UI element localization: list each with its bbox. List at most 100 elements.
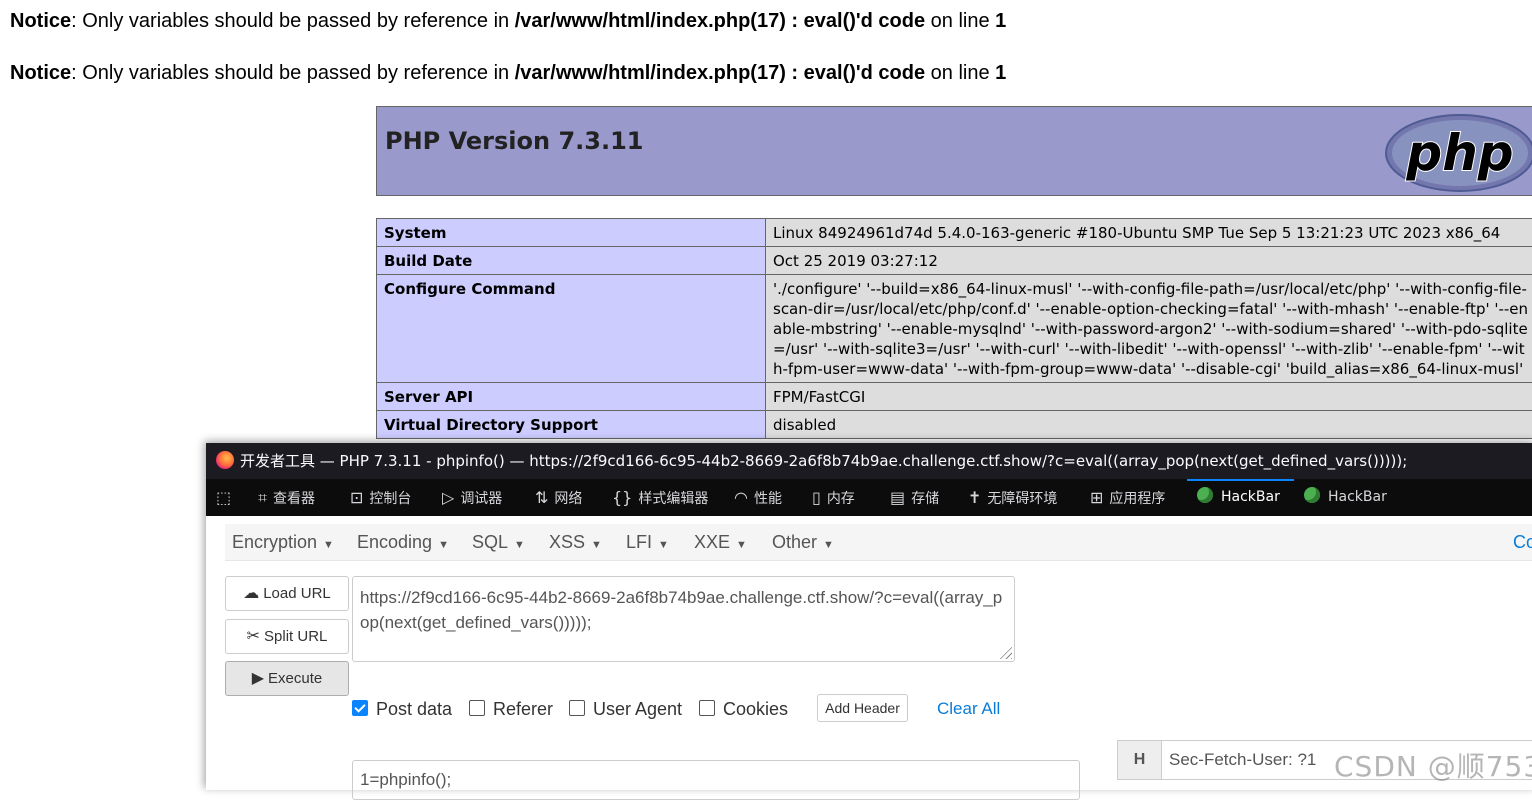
tab-style-editor[interactable]: {} 样式编辑器 bbox=[612, 479, 708, 516]
notice-message: : Only variables should be passed by ref… bbox=[71, 62, 515, 84]
menu-label: SQL bbox=[472, 532, 508, 552]
menu-encryption[interactable]: Encryption ▼ bbox=[232, 524, 334, 560]
tab-debugger[interactable]: ▷调试器 bbox=[442, 479, 502, 516]
menu-sql[interactable]: SQL ▼ bbox=[472, 524, 525, 560]
phpinfo-table: System Linux 84924961d74d 5.4.0-163-gene… bbox=[376, 218, 1532, 439]
hackbar-icon bbox=[1304, 487, 1320, 503]
option-label: User Agent bbox=[593, 699, 682, 719]
tab-label: 网络 bbox=[554, 491, 582, 507]
menu-label: Encoding bbox=[357, 532, 432, 552]
load-url-button[interactable]: ☁Load URL bbox=[225, 576, 349, 611]
header-key-label: H bbox=[1117, 740, 1162, 780]
row-key: Configure Command bbox=[377, 275, 766, 383]
notice-on-line: on line bbox=[925, 10, 995, 32]
network-icon: ⇅ bbox=[535, 488, 548, 507]
tab-performance[interactable]: ◠ 性能 bbox=[734, 479, 782, 516]
option-label: Referer bbox=[493, 699, 553, 719]
button-label: Load URL bbox=[263, 585, 331, 602]
chip-icon: ▯ bbox=[812, 488, 821, 507]
php-logo-icon: php bbox=[1385, 113, 1532, 193]
tab-hackbar-active[interactable]: HackBar bbox=[1187, 479, 1294, 516]
devtools-window: 开发者工具 — PHP 7.3.11 - phpinfo() — https:/… bbox=[206, 443, 1532, 790]
caret-down-icon: ▼ bbox=[823, 539, 834, 551]
button-label: Execute bbox=[268, 670, 322, 687]
tab-console[interactable]: ⊡控制台 bbox=[350, 479, 411, 516]
table-row: Build Date Oct 25 2019 03:27:12 bbox=[377, 247, 1532, 275]
caret-down-icon: ▼ bbox=[736, 539, 747, 551]
braces-icon: {} bbox=[612, 488, 632, 507]
tab-inspector[interactable]: ⌗ 查看器 bbox=[258, 479, 315, 516]
row-value: FPM/FastCGI bbox=[766, 383, 1532, 411]
tab-network[interactable]: ⇅ 网络 bbox=[535, 479, 582, 516]
post-data-textarea[interactable]: 1=phpinfo(); bbox=[352, 760, 1080, 800]
row-value: disabled bbox=[766, 411, 1532, 439]
tab-label: 查看器 bbox=[273, 491, 315, 507]
php-notice: Notice: Only variables should be passed … bbox=[10, 9, 1006, 33]
tab-memory[interactable]: ▯ 内存 bbox=[812, 479, 855, 516]
menu-other[interactable]: Other ▼ bbox=[772, 524, 834, 560]
caret-down-icon: ▼ bbox=[323, 539, 334, 551]
menu-label: Encryption bbox=[232, 532, 317, 552]
notice-line: 1 bbox=[995, 10, 1006, 32]
tab-label: 样式编辑器 bbox=[638, 491, 708, 507]
table-row: Virtual Directory Support disabled bbox=[377, 411, 1532, 439]
csdn-watermark: CSDN @顺753 bbox=[1334, 745, 1532, 785]
menu-xss[interactable]: XSS▼ bbox=[549, 524, 602, 560]
devtools-toolbar: ⬚ ⌗ 查看器 ⊡控制台 ▷调试器 ⇅ 网络 {} 样式编辑器 ◠ 性能 ▯ 内存 ▤ 存储… bbox=[206, 479, 1532, 517]
menu-encoding[interactable]: Encoding▼ bbox=[357, 524, 449, 560]
tab-label: 存储 bbox=[911, 491, 939, 507]
menu-xxe[interactable]: XXE ▼ bbox=[694, 524, 747, 560]
user-agent-checkbox[interactable] bbox=[569, 700, 585, 716]
notice-label: Notice bbox=[10, 10, 71, 32]
row-key: Virtual Directory Support bbox=[377, 411, 766, 439]
clear-all-link[interactable]: Clear All bbox=[937, 698, 1000, 720]
element-picker-button[interactable]: ⬚ bbox=[216, 479, 237, 516]
phpinfo-header: PHP Version 7.3.11 php bbox=[376, 106, 1532, 196]
post-data-option[interactable]: Post data bbox=[352, 698, 452, 720]
table-row: System Linux 84924961d74d 5.4.0-163-gene… bbox=[377, 219, 1532, 247]
php-notice: Notice: Only variables should be passed … bbox=[10, 61, 1006, 85]
referer-checkbox[interactable] bbox=[469, 700, 485, 716]
storage-icon: ▤ bbox=[890, 488, 905, 507]
row-key: Server API bbox=[377, 383, 766, 411]
notice-label: Notice bbox=[10, 62, 71, 84]
row-value: Oct 25 2019 03:27:12 bbox=[766, 247, 1532, 275]
resize-grip-icon[interactable] bbox=[998, 645, 1012, 659]
user-agent-option[interactable]: User Agent bbox=[569, 698, 682, 720]
inspector-icon: ⌗ bbox=[258, 488, 267, 507]
notice-file: /var/www/html/index.php(17) : eval()'d c… bbox=[515, 10, 925, 32]
post-data-checkbox[interactable] bbox=[352, 700, 368, 716]
tab-storage[interactable]: ▤ 存储 bbox=[890, 479, 939, 516]
hackbar-icon bbox=[1197, 487, 1213, 503]
menu-label: Other bbox=[772, 532, 817, 552]
tab-label: HackBar bbox=[1221, 489, 1280, 505]
row-value: Linux 84924961d74d 5.4.0-163-generic #18… bbox=[766, 219, 1532, 247]
tab-hackbar[interactable]: HackBar bbox=[1304, 479, 1387, 516]
accessibility-icon: ✝ bbox=[968, 488, 981, 507]
gauge-icon: ◠ bbox=[734, 488, 748, 507]
devtools-titlebar[interactable]: 开发者工具 — PHP 7.3.11 - phpinfo() — https:/… bbox=[206, 443, 1532, 479]
menu-label: XXE bbox=[694, 532, 730, 552]
cookies-option[interactable]: Cookies bbox=[699, 698, 788, 720]
console-icon: ⊡ bbox=[350, 488, 363, 507]
caret-down-icon: ▼ bbox=[658, 539, 669, 551]
table-row: Server API FPM/FastCGI bbox=[377, 383, 1532, 411]
caret-down-icon: ▼ bbox=[514, 539, 525, 551]
firefox-icon bbox=[216, 451, 234, 469]
referer-option[interactable]: Referer bbox=[469, 698, 553, 720]
play-circle-icon: ▶ bbox=[252, 670, 264, 687]
tab-application[interactable]: ⊞应用程序 bbox=[1090, 479, 1165, 516]
tab-label: 性能 bbox=[754, 491, 782, 507]
url-textarea[interactable]: https://2f9cd166-6c95-44b2-8669-2a6f8b74… bbox=[352, 576, 1015, 662]
tab-label: 内存 bbox=[827, 491, 855, 507]
menu-contribute[interactable]: Co bbox=[1513, 524, 1532, 560]
tab-accessibility[interactable]: ✝无障碍环境 bbox=[968, 479, 1057, 516]
php-version-title: PHP Version 7.3.11 bbox=[385, 127, 643, 155]
tab-label: 应用程序 bbox=[1109, 491, 1165, 507]
split-url-button[interactable]: ✂Split URL bbox=[225, 619, 349, 654]
add-header-button[interactable]: Add Header bbox=[817, 694, 908, 722]
cookies-checkbox[interactable] bbox=[699, 700, 715, 716]
execute-button[interactable]: ▶Execute bbox=[225, 661, 349, 696]
menu-label: XSS bbox=[549, 532, 585, 552]
menu-lfi[interactable]: LFI▼ bbox=[626, 524, 669, 560]
